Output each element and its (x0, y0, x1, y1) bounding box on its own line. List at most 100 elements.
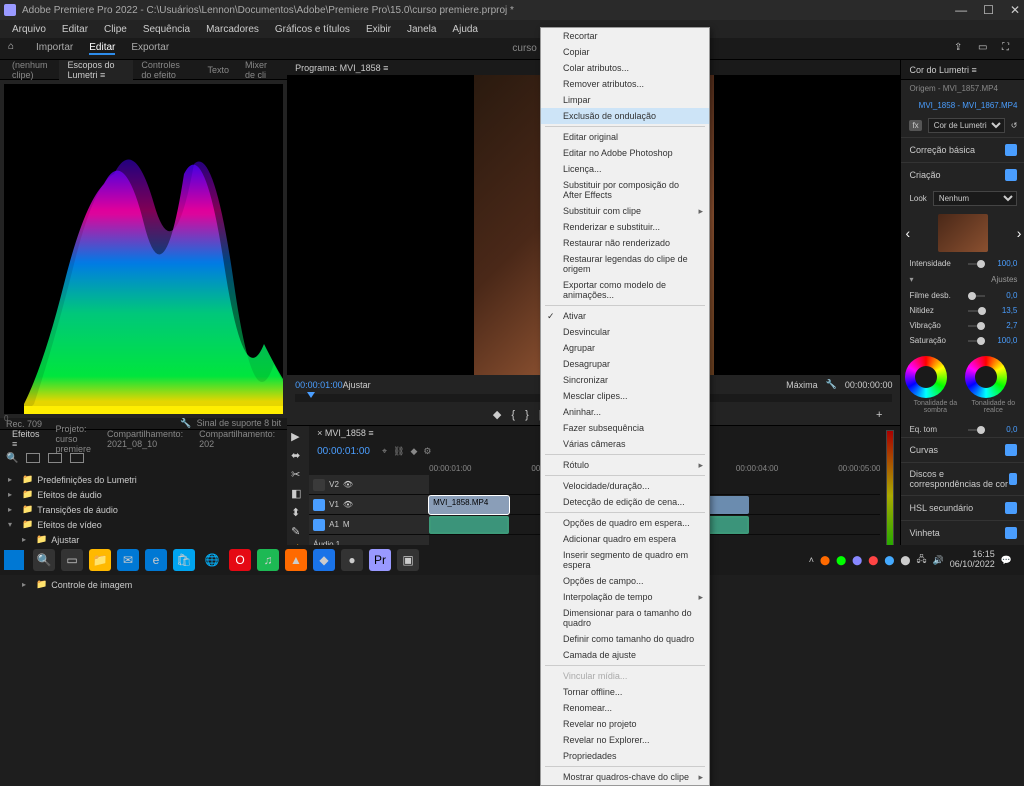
razor-tool-icon[interactable]: ◧ (291, 487, 305, 500)
timeline-clip[interactable] (429, 516, 509, 534)
premiere-icon[interactable]: Pr (369, 549, 391, 571)
tab-no-clip[interactable]: (nenhum clipe) (4, 60, 59, 80)
look-thumb[interactable] (938, 214, 988, 252)
mail-icon[interactable]: ✉ (117, 549, 139, 571)
context-menu-item[interactable]: Exclusão de ondulação (541, 108, 709, 124)
context-menu-item[interactable]: Remover atributos... (541, 76, 709, 92)
context-menu-item[interactable]: Copiar (541, 44, 709, 60)
context-menu-item[interactable]: Ativar (541, 308, 709, 324)
tab-importar[interactable]: Importar (36, 42, 73, 55)
track-toggle[interactable] (313, 479, 325, 491)
snap-icon[interactable]: ⌖ (382, 446, 387, 457)
context-menu-item[interactable]: Renderizar e substituir... (541, 219, 709, 235)
timeline-timecode[interactable]: 00:00:01:00 (317, 446, 370, 457)
faded-slider[interactable] (968, 295, 985, 297)
tray-icon[interactable]: ⬤ (884, 555, 894, 566)
tab-project[interactable]: Projeto: curso premiere (48, 424, 100, 454)
tab-share-1[interactable]: Compartilhamento: 2021_08_10 (99, 429, 191, 449)
section-enable-check[interactable] (1005, 502, 1017, 514)
context-menu-item[interactable]: Restaurar não renderizado (541, 235, 709, 251)
program-title[interactable]: Programa: MVI_1858 ≡ (295, 63, 388, 73)
context-menu-item[interactable]: Dimensionar para o tamanho do quadro (541, 605, 709, 631)
section-vignette[interactable]: Vinheta (901, 520, 1024, 545)
mark-out-icon[interactable]: } (525, 409, 529, 421)
intensity-slider[interactable] (968, 263, 985, 265)
store-icon[interactable]: 🛍 (173, 549, 195, 571)
context-menu-item[interactable]: Adicionar quadro em espera (541, 531, 709, 547)
fullscreen-icon[interactable]: ⛶ (1002, 42, 1016, 56)
program-resolution-dropdown[interactable]: Máxima (786, 380, 818, 390)
context-menu-item[interactable]: Substituir com clipe (541, 203, 709, 219)
tray-icon[interactable]: ⬤ (900, 555, 910, 566)
context-menu-item[interactable]: Editar no Adobe Photoshop (541, 145, 709, 161)
section-hsl[interactable]: HSL secundário (901, 495, 1024, 520)
tray-icon[interactable]: ⬤ (836, 555, 846, 566)
section-curves[interactable]: Curvas (901, 437, 1024, 462)
context-menu-item[interactable]: Revelar no Explorer... (541, 732, 709, 748)
section-enable-check[interactable] (1005, 144, 1017, 156)
context-menu-item[interactable]: Tornar offline... (541, 684, 709, 700)
app-icon-2[interactable]: ◆ (313, 549, 335, 571)
menu-janela[interactable]: Janela (399, 24, 444, 35)
lumetri-preset-select[interactable]: Cor de Lumetri (928, 118, 1005, 133)
lumetri-clip-link[interactable]: MVI_1858 - MVI_1867.MP4 (919, 101, 1018, 110)
track-select-tool-icon[interactable]: ⬌ (291, 449, 305, 462)
app-icon-3[interactable]: ● (341, 549, 363, 571)
tray-icon[interactable]: ⬤ (820, 555, 830, 566)
context-menu-item[interactable]: Propriedades (541, 748, 709, 764)
tab-share-2[interactable]: Compartilhamento: 202 (191, 429, 283, 449)
tree-item[interactable]: ▸📁Efeitos de áudio (8, 487, 279, 502)
context-menu-item[interactable]: Detecção de edição de cena... (541, 494, 709, 510)
search-icon[interactable]: 🔍 (33, 549, 55, 571)
next-look-icon[interactable]: › (1017, 225, 1022, 241)
tree-item[interactable]: ▸📁Predefinições do Lumetri (8, 472, 279, 487)
context-menu-item[interactable]: Renomear... (541, 700, 709, 716)
context-menu-item[interactable]: Camada de ajuste (541, 647, 709, 663)
context-menu-item[interactable]: Agrupar (541, 340, 709, 356)
tree-item[interactable]: ▾📁Efeitos de vídeo (8, 517, 279, 532)
menu-exibir[interactable]: Exibir (358, 24, 399, 35)
context-menu-item[interactable]: Restaurar legendas do clipe de origem (541, 251, 709, 277)
share-icon[interactable]: ⇪ (954, 42, 968, 56)
menu-sequencia[interactable]: Sequência (135, 24, 198, 35)
menu-editar[interactable]: Editar (54, 24, 96, 35)
lumetri-source[interactable]: Origem - MVI_1857.MP4 (909, 84, 997, 93)
start-button[interactable] (4, 550, 24, 570)
context-menu-item[interactable]: Recortar (541, 28, 709, 44)
context-menu-item[interactable]: Substituir por composição do After Effec… (541, 177, 709, 203)
context-menu-item[interactable]: Sincronizar (541, 372, 709, 388)
eye-icon[interactable]: 👁 (343, 500, 353, 509)
maximize-button[interactable]: ☐ (983, 3, 994, 17)
context-menu-item[interactable]: Aninhar... (541, 404, 709, 420)
slip-tool-icon[interactable]: ⬍ (291, 506, 305, 519)
context-menu-item[interactable]: Velocidade/duração... (541, 478, 709, 494)
effects-search-icon[interactable]: 🔍 (6, 453, 18, 464)
prev-look-icon[interactable]: ‹ (905, 225, 910, 241)
program-playhead[interactable] (307, 392, 315, 398)
section-basic-correction[interactable]: Correção básica (901, 137, 1024, 162)
context-menu-item[interactable]: Exportar como modelo de animações... (541, 277, 709, 303)
tree-item[interactable]: ▸📁Transições de áudio (8, 502, 279, 517)
balance-slider[interactable] (968, 429, 985, 431)
spotify-icon[interactable]: ♫ (257, 549, 279, 571)
context-menu-item[interactable]: Licença... (541, 161, 709, 177)
tray-expand-icon[interactable]: ˄ (809, 555, 814, 565)
tray-icon[interactable]: ⬤ (852, 555, 862, 566)
mute-icon[interactable]: M (343, 520, 350, 529)
track-toggle[interactable] (313, 499, 325, 511)
scope-bit-depth[interactable]: Sinal de suporte 8 bit (197, 418, 282, 428)
home-icon[interactable]: ⌂ (8, 41, 24, 57)
settings-icon[interactable]: ⚙ (423, 446, 431, 457)
context-menu-item[interactable]: Limpar (541, 92, 709, 108)
section-enable-check[interactable] (1005, 527, 1017, 539)
context-menu-item[interactable]: Interpolação de tempo (541, 589, 709, 605)
adjustments-header[interactable]: ▾ Ajustes (901, 271, 1024, 288)
context-menu-item[interactable]: Editar original (541, 129, 709, 145)
close-button[interactable]: ✕ (1010, 3, 1020, 17)
eye-icon[interactable]: 👁 (343, 480, 353, 489)
context-menu-item[interactable]: Mesclar clipes... (541, 388, 709, 404)
network-icon[interactable]: 🖧 (916, 552, 926, 568)
tab-effect-controls[interactable]: Controles do efeito (133, 60, 199, 80)
wrench-icon[interactable]: 🔧 (180, 418, 191, 428)
tab-effects[interactable]: Efeitos ≡ (4, 429, 48, 449)
